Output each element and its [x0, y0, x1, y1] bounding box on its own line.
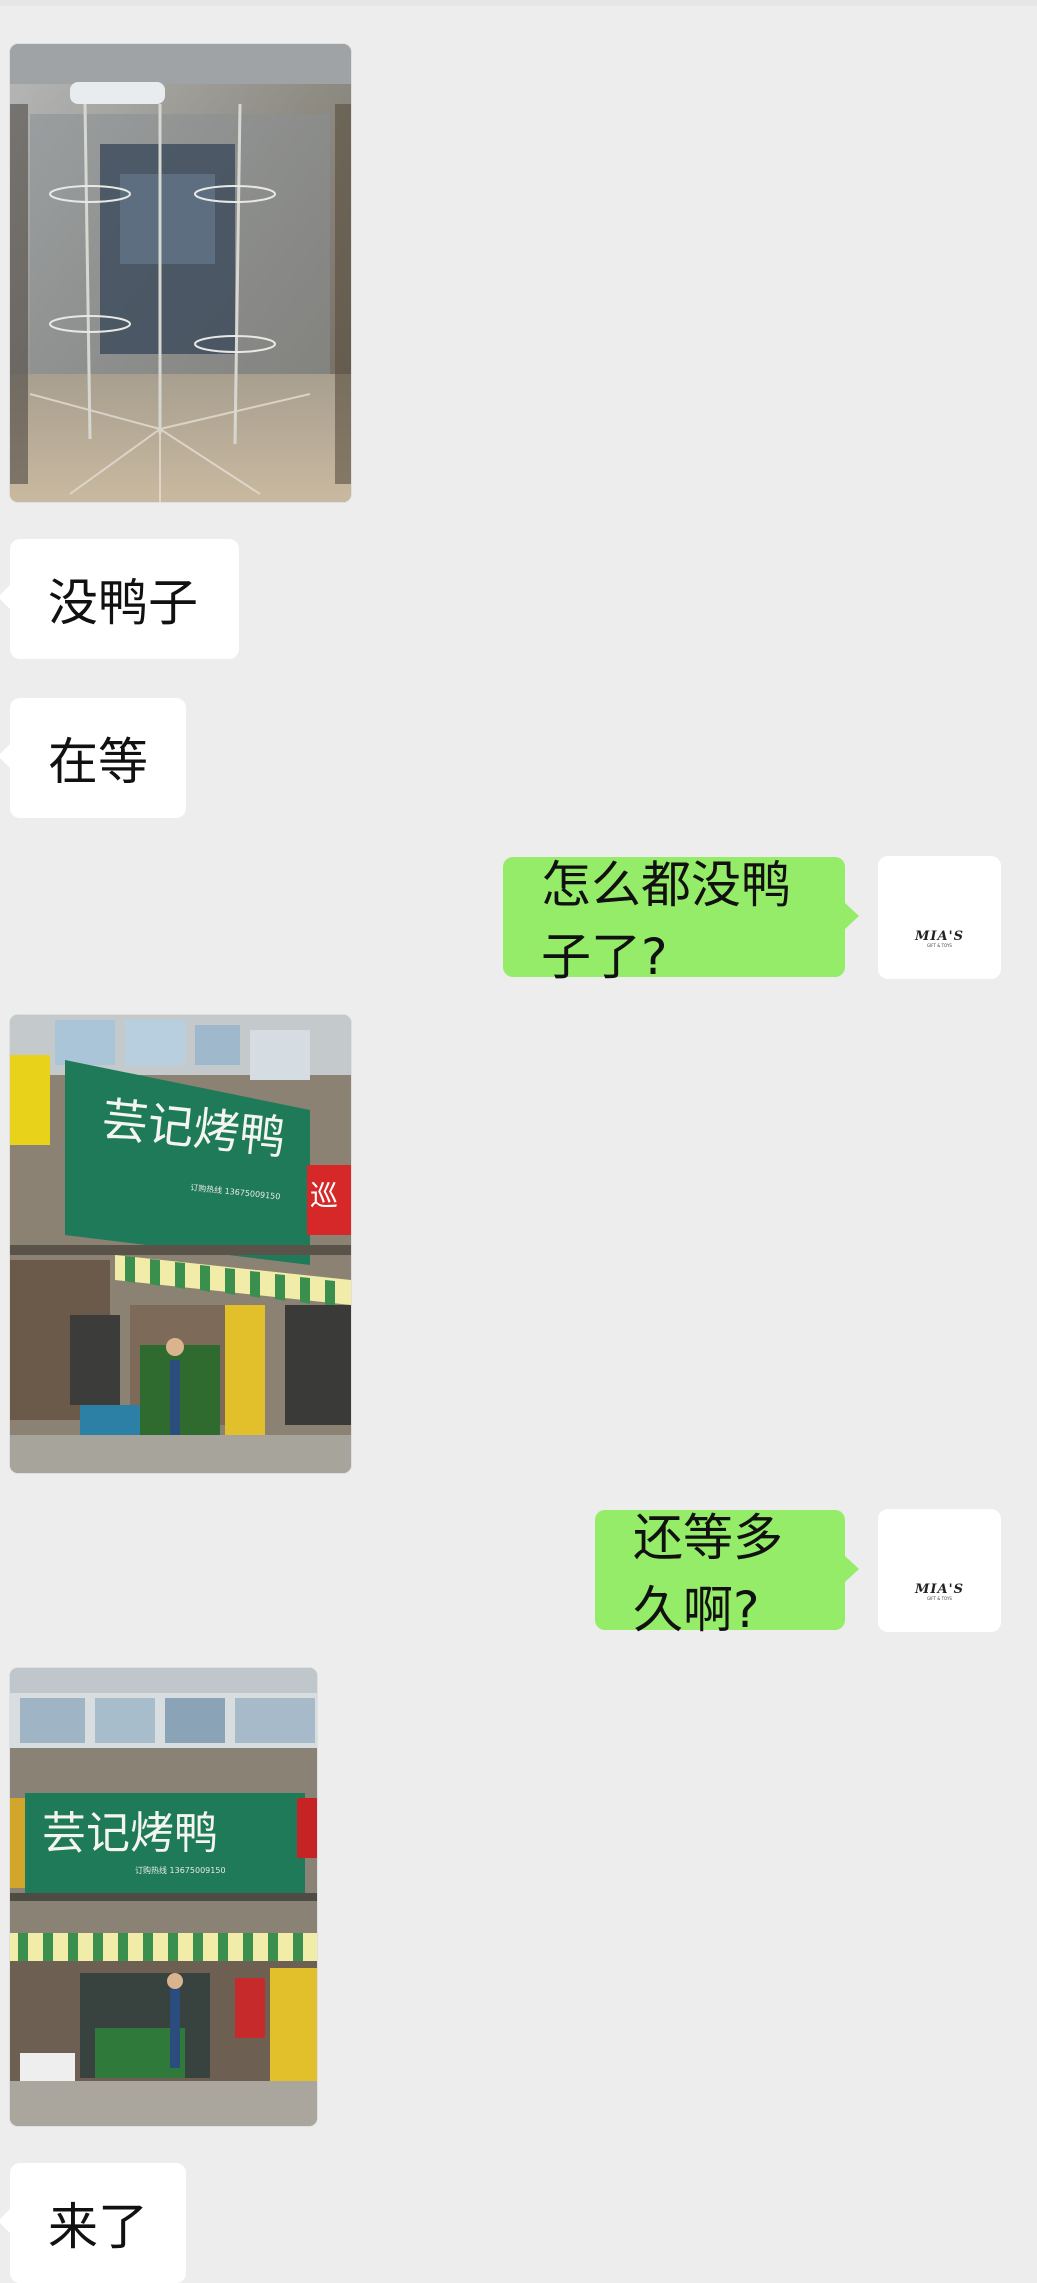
message-text: 来了 — [48, 2198, 148, 2256]
avatar-logo-text: MIA'S — [915, 929, 964, 944]
top-divider — [0, 0, 1037, 6]
message-text: 还等多久啊? — [633, 1509, 783, 1639]
message-bubble-incoming[interactable]: 没鸭子 — [0, 539, 239, 659]
shop-sign-subtext: 订购热线 13675009150 — [135, 1865, 226, 1875]
avatar[interactable]: MIA'S GIFT & TOYS — [878, 1509, 1001, 1632]
message-bubble-outgoing[interactable]: 还等多久啊? — [595, 1509, 859, 1639]
image-message-storefront-front[interactable]: 芸记烤鸭 订购热线 13675009150 — [10, 1668, 317, 2126]
image-message-oven[interactable] — [10, 44, 351, 502]
message-text: 在等 — [48, 733, 148, 791]
message-bubble-outgoing[interactable]: 怎么都没鸭子了? — [503, 856, 859, 986]
message-bubble-incoming[interactable]: 来了 — [0, 2163, 186, 2283]
image-message-storefront[interactable]: 巡 芸记烤鸭 订购热线 13675009150 — [10, 1015, 351, 1473]
avatar-sub-text: GIFT & TOYS — [927, 943, 952, 948]
message-text: 怎么都没鸭子了? — [541, 856, 791, 986]
shop-sign-name: 芸记烤鸭 — [42, 1808, 218, 1859]
avatar-logo-text: MIA'S — [915, 1582, 964, 1597]
message-text: 没鸭子 — [48, 574, 198, 632]
avatar-sub-text: GIFT & TOYS — [927, 1596, 952, 1601]
side-sign-text: 巡 — [310, 1179, 338, 1212]
message-bubble-incoming[interactable]: 在等 — [0, 698, 186, 818]
avatar[interactable]: MIA'S GIFT & TOYS — [878, 856, 1001, 979]
